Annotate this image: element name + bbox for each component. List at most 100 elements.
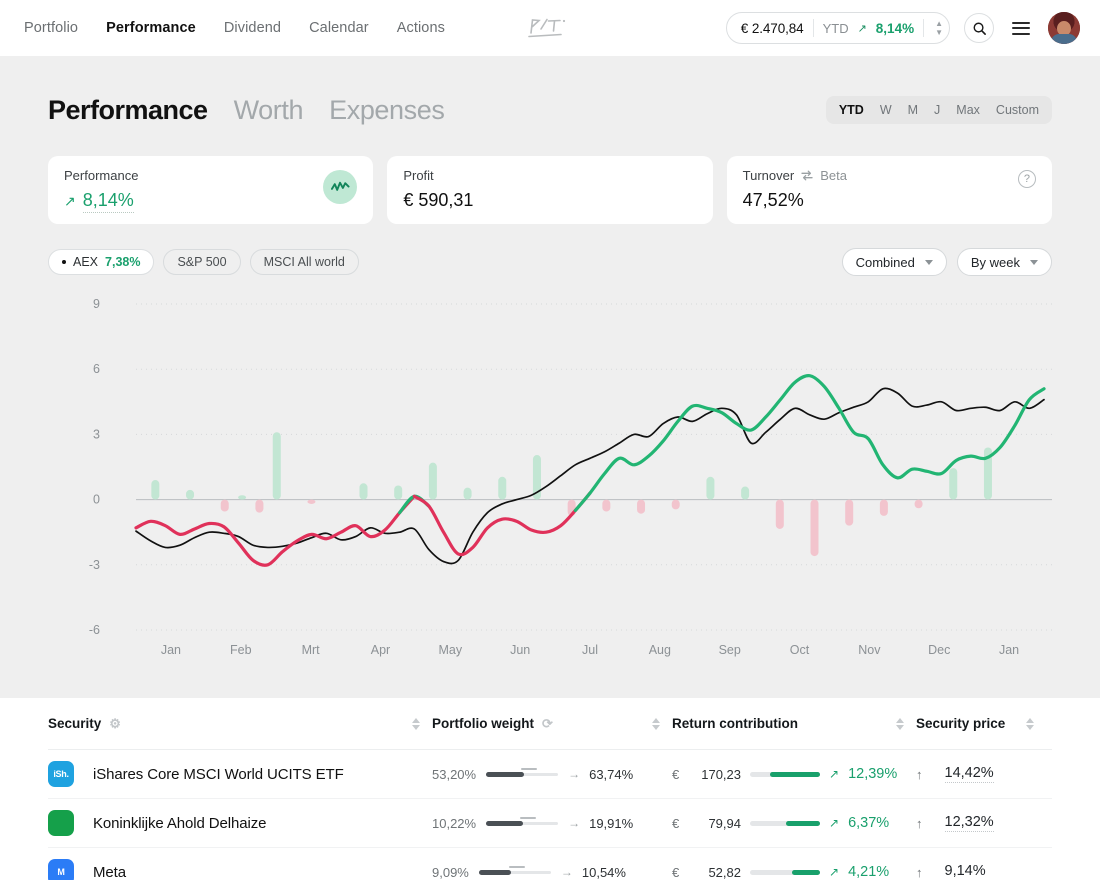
sort-toggle-security[interactable] — [412, 718, 432, 730]
performance-chart-svg: 9630-3-6JanFebMrtAprMayJunJulAugSepOctNo… — [48, 292, 1052, 662]
table-row[interactable]: iSh. iShares Core MSCI World UCITS ETF 5… — [48, 750, 1052, 799]
weight-bar-target — [520, 817, 536, 819]
benchmark-chip-aex[interactable]: AEX 7,38% — [48, 249, 154, 275]
table-row[interactable]: M Meta 9,09% → 10,54% € 52,82 — [48, 848, 1052, 880]
svg-text:Sep: Sep — [719, 643, 741, 657]
range-btn-w[interactable]: W — [873, 101, 899, 119]
benchmark-aex-label: AEX — [73, 255, 98, 269]
weight-bar — [486, 768, 558, 780]
trend-arrow-icon: ↗ — [829, 865, 839, 879]
range-btn-max[interactable]: Max — [949, 101, 987, 119]
security-name[interactable]: iShares Core MSCI World UCITS ETF — [93, 766, 344, 783]
top-nav-right-cluster: € 2.470,84 YTD ↗ 8,14% ▲ ▼ — [726, 12, 1080, 44]
primary-nav: Portfolio Performance Dividend Calendar … — [24, 20, 445, 36]
menu-button[interactable] — [1008, 18, 1034, 39]
nav-link-calendar[interactable]: Calendar — [309, 20, 369, 36]
benchmark-row: AEX 7,38% S&P 500 MSCI All world Combine… — [48, 248, 1052, 276]
card-beta-label[interactable]: Beta — [820, 168, 847, 183]
search-button[interactable] — [964, 13, 994, 43]
value-stepper[interactable]: ▲ ▼ — [933, 20, 943, 36]
benchmark-aex-value: 7,38% — [105, 255, 140, 269]
svg-text:Nov: Nov — [858, 643, 881, 657]
hamburger-icon — [1012, 33, 1030, 35]
nav-link-portfolio[interactable]: Portfolio — [24, 20, 78, 36]
nav-link-performance[interactable]: Performance — [106, 20, 196, 36]
security-logo-icon: iSh. — [48, 761, 74, 787]
card-profit[interactable]: Profit € 590,31 — [387, 156, 712, 224]
refresh-icon[interactable]: ⟳ — [542, 716, 553, 732]
column-header-security-label: Security — [48, 716, 101, 731]
svg-text:6: 6 — [93, 362, 100, 376]
range-btn-j[interactable]: J — [927, 101, 947, 119]
chevron-up-icon: ▲ — [935, 20, 943, 27]
cell-return-contribution: € 79,94 ↗ 6,37% — [672, 815, 916, 831]
return-percentage: 6,37% — [848, 815, 889, 831]
cell-portfolio-weight: 10,22% → 19,91% — [432, 816, 672, 831]
benchmark-chip-sp500[interactable]: S&P 500 — [163, 249, 240, 275]
price-up-icon: ↑ — [916, 816, 923, 831]
cell-security: iSh. iShares Core MSCI World UCITS ETF — [48, 761, 432, 787]
range-btn-custom[interactable]: Custom — [989, 101, 1046, 119]
range-btn-ytd[interactable]: YTD — [832, 101, 871, 119]
svg-text:Dec: Dec — [928, 643, 950, 657]
select-chart-mode-label: Combined — [856, 255, 915, 270]
card-turnover[interactable]: Turnover Beta 47,52% ? — [727, 156, 1052, 224]
tab-worth[interactable]: Worth — [234, 95, 304, 126]
portfolio-value-pill[interactable]: € 2.470,84 YTD ↗ 8,14% ▲ ▼ — [726, 12, 950, 44]
svg-text:May: May — [438, 643, 462, 657]
weight-bar-fill — [486, 772, 524, 777]
arrow-to-icon: → — [568, 767, 579, 781]
portfolio-value: € 2.470,84 — [741, 21, 804, 36]
return-bar-fill — [792, 870, 820, 875]
summary-cards: Performance ↗ 8,14% Profit € 590,31 — [48, 156, 1052, 224]
security-price-change[interactable]: 12,32% — [945, 814, 994, 832]
security-name[interactable]: Meta — [93, 864, 126, 880]
sort-desc-icon — [412, 725, 420, 730]
weight-target-value: 10,54% — [582, 865, 626, 880]
divider — [923, 19, 924, 37]
column-header-portfolio-weight[interactable]: Portfolio weight ⟳ — [432, 716, 672, 732]
performance-chart[interactable]: 9630-3-6JanFebMrtAprMayJunJulAugSepOctNo… — [48, 292, 1052, 662]
table-body: iSh. iShares Core MSCI World UCITS ETF 5… — [48, 750, 1052, 880]
gear-icon[interactable]: ⚙ — [109, 716, 121, 732]
pill-period-label: YTD — [823, 21, 849, 36]
security-price-change[interactable]: 14,42% — [945, 765, 994, 783]
column-header-security[interactable]: Security ⚙ — [48, 716, 432, 732]
chevron-down-icon — [1030, 260, 1038, 265]
nav-link-dividend[interactable]: Dividend — [224, 20, 281, 36]
swap-icon[interactable] — [801, 170, 813, 181]
security-name[interactable]: Koninklijke Ahold Delhaize — [93, 815, 266, 832]
column-header-portfolio-weight-label: Portfolio weight — [432, 716, 534, 731]
sort-toggle-return[interactable] — [896, 718, 916, 730]
column-header-return-contribution[interactable]: Return contribution — [672, 716, 916, 731]
svg-text:9: 9 — [93, 297, 100, 311]
range-btn-m[interactable]: M — [901, 101, 925, 119]
cell-portfolio-weight: 9,09% → 10,54% — [432, 865, 672, 880]
avatar[interactable] — [1048, 12, 1080, 44]
hamburger-icon — [1012, 27, 1030, 29]
svg-text:0: 0 — [93, 493, 100, 507]
help-icon[interactable]: ? — [1018, 170, 1036, 188]
cell-portfolio-weight: 53,20% → 63,74% — [432, 767, 672, 782]
column-header-security-price[interactable]: Security price — [916, 716, 1046, 731]
sort-toggle-weight[interactable] — [652, 718, 672, 730]
weight-value: 10,22% — [432, 816, 476, 831]
weight-bar-fill — [486, 821, 523, 826]
table-row[interactable]: Koninklijke Ahold Delhaize 10,22% → 19,9… — [48, 799, 1052, 848]
svg-text:-3: -3 — [89, 558, 100, 572]
svg-text:Jan: Jan — [999, 643, 1019, 657]
sort-toggle-price[interactable] — [1026, 718, 1046, 730]
currency-symbol: € — [672, 865, 682, 880]
trend-arrow-icon: ↗ — [858, 22, 867, 35]
price-up-icon: ↑ — [916, 767, 923, 782]
security-price-change[interactable]: 9,14% — [945, 863, 986, 880]
app-logo[interactable] — [527, 15, 573, 41]
card-turnover-value-row: 47,52% — [743, 190, 1036, 211]
tab-expenses[interactable]: Expenses — [329, 95, 444, 126]
select-chart-interval[interactable]: By week — [957, 248, 1052, 276]
currency-symbol: € — [672, 816, 682, 831]
card-performance[interactable]: Performance ↗ 8,14% — [48, 156, 373, 224]
select-chart-mode[interactable]: Combined — [842, 248, 947, 276]
nav-link-actions[interactable]: Actions — [397, 20, 445, 36]
benchmark-chip-msci[interactable]: MSCI All world — [250, 249, 359, 275]
